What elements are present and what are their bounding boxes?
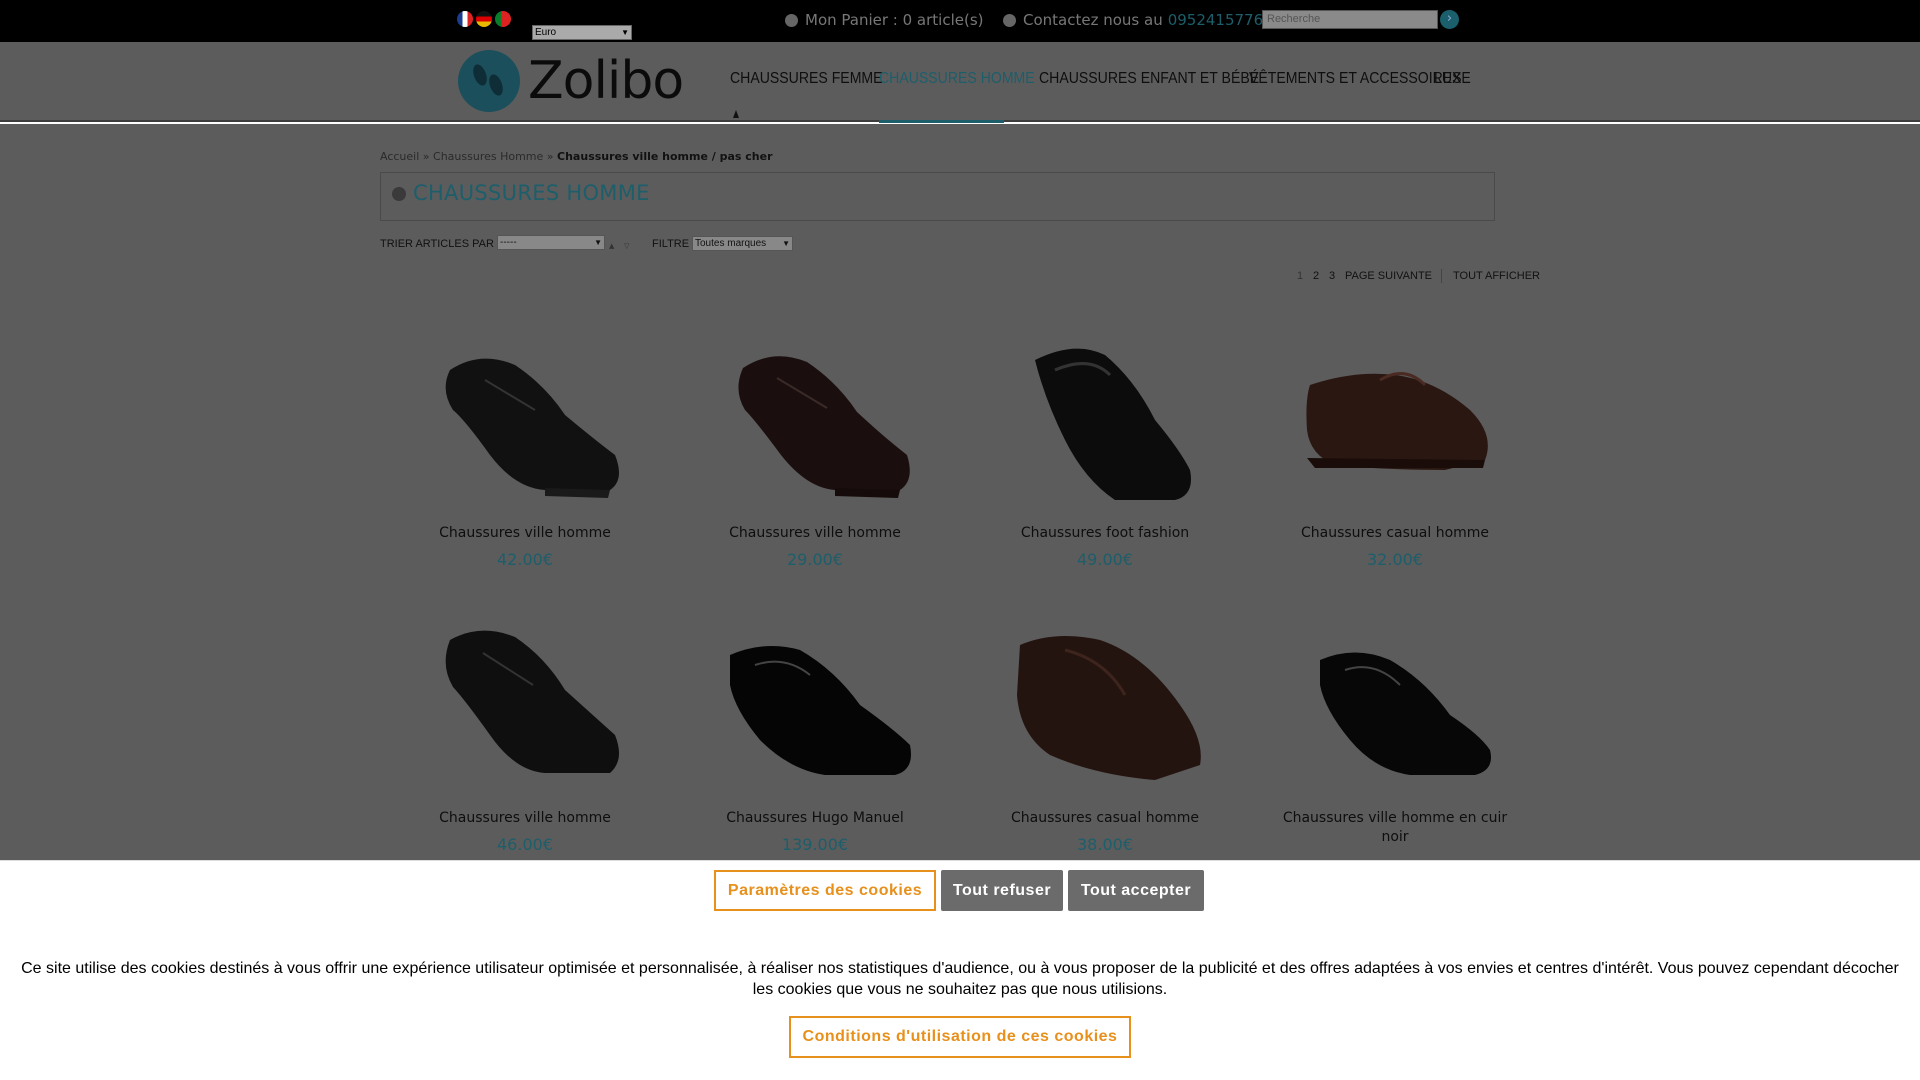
nav-active-indicator [879, 120, 1004, 123]
cart-link[interactable]: Mon Panier : 0 article(s) [785, 11, 984, 29]
footprints-logo-icon [458, 50, 520, 112]
product-card[interactable]: Chaussures casual homme 38.00€ [990, 625, 1220, 854]
search-input[interactable]: Recherche [1262, 10, 1438, 29]
accept-all-button[interactable]: Tout accepter [1068, 870, 1204, 911]
product-card[interactable]: Chaussures Hugo Manuel 139.00€ [700, 625, 930, 854]
flag-pt-icon[interactable] [495, 11, 511, 27]
currency-select[interactable]: Euro ▼ [532, 25, 632, 40]
product-card[interactable]: Chaussures ville homme 29.00€ [700, 340, 930, 569]
product-name[interactable]: Chaussures ville homme [700, 524, 930, 543]
nav-chaussures-femme[interactable]: CHAUSSURES FEMME [730, 70, 883, 88]
product-name[interactable]: Chaussures ville homme [410, 524, 640, 543]
currency-value: Euro [535, 27, 557, 38]
product-image[interactable] [1295, 340, 1495, 520]
flag-fr-icon[interactable] [457, 11, 473, 27]
pager-divider [1441, 269, 1442, 283]
product-name[interactable]: Chaussures ville homme [410, 809, 640, 828]
language-flags [457, 11, 511, 27]
product-card[interactable]: Chaussures ville homme 46.00€ [410, 625, 640, 854]
breadcrumb-sep: » [422, 150, 430, 163]
nav-luxe[interactable]: LUXE [1434, 70, 1471, 88]
chevron-down-icon: ▼ [621, 28, 629, 37]
page-title: CHAUSSURES HOMME [413, 181, 650, 205]
nav-vetements-accessoires[interactable]: VÊTEMENTS ET ACCESSOIRES [1249, 70, 1462, 88]
cookie-conditions-button[interactable]: Conditions d'utilisation de ces cookies [789, 1016, 1131, 1058]
breadcrumb: Accueil » Chaussures Homme » Chaussures … [380, 150, 773, 163]
chevron-down-icon: ▼ [782, 239, 790, 248]
sort-select[interactable]: ----- ▼ [497, 235, 605, 250]
bullet-icon [392, 187, 406, 201]
search-button[interactable]: › [1440, 10, 1459, 29]
product-name[interactable]: Chaussures casual homme [990, 809, 1220, 828]
product-card[interactable]: Chaussures foot fashion 49.00€ [990, 340, 1220, 569]
product-image[interactable] [1005, 625, 1205, 805]
filter-label: FILTRE [652, 238, 690, 250]
contact-text: Contactez nous au [1023, 11, 1163, 29]
cookie-settings-button[interactable]: Paramètres des cookies [714, 870, 936, 911]
refuse-all-button[interactable]: Tout refuser [941, 870, 1063, 911]
main-content [0, 124, 1920, 860]
product-card[interactable]: Chaussures casual homme 32.00€ [1280, 340, 1510, 569]
product-price: 46.00€ [497, 835, 553, 854]
phone-link[interactable]: 0952415776 [1168, 11, 1263, 29]
sort-label: TRIER ARTICLES PAR [380, 238, 494, 250]
product-name[interactable]: Chaussures Hugo Manuel [700, 809, 930, 828]
show-all-link[interactable]: TOUT AFFICHER [1453, 270, 1540, 282]
phone-icon [1003, 13, 1016, 27]
site-logo[interactable]: Zolibo [458, 50, 684, 112]
page-1: 1 [1297, 270, 1304, 282]
cart-text: Mon Panier : 0 article(s) [805, 11, 984, 29]
nav-pointer-icon [733, 110, 739, 118]
sort-value: ----- [500, 237, 517, 248]
logo-text: Zolibo [528, 51, 684, 111]
product-price: 139.00€ [781, 835, 849, 854]
chevron-right-icon: › [1446, 11, 1453, 26]
page-2[interactable]: 2 [1313, 270, 1319, 282]
product-price: 29.00€ [787, 550, 843, 569]
sort-descending-icon[interactable]: ▽ [624, 242, 629, 250]
breadcrumb-home[interactable]: Accueil [380, 150, 419, 163]
page-title-box: CHAUSSURES HOMME [380, 172, 1495, 221]
product-image[interactable] [425, 340, 625, 520]
contact-info: Contactez nous au 0952415776 [1003, 11, 1263, 29]
breadcrumb-category[interactable]: Chaussures Homme [433, 150, 543, 163]
cart-icon [785, 13, 798, 27]
product-name[interactable]: Chaussures casual homme [1280, 524, 1510, 543]
product-card[interactable]: Chaussures ville homme en cuir noir [1280, 625, 1510, 854]
breadcrumb-sep: » [546, 150, 554, 163]
next-page-link[interactable]: PAGE SUIVANTE [1345, 270, 1432, 282]
filter-value: Toutes marques [695, 238, 767, 249]
product-image[interactable] [1295, 625, 1495, 805]
sort-ascending-icon[interactable]: ▲ [609, 242, 614, 250]
product-image[interactable] [425, 625, 625, 805]
product-price: 32.00€ [1367, 550, 1423, 569]
chevron-down-icon: ▼ [594, 238, 602, 247]
nav-chaussures-homme[interactable]: CHAUSSURES HOMME [879, 70, 1035, 88]
product-name[interactable]: Chaussures foot fashion [990, 524, 1220, 543]
product-image[interactable] [1005, 340, 1205, 520]
product-price: 49.00€ [1077, 550, 1133, 569]
product-price: 42.00€ [497, 550, 553, 569]
product-card[interactable]: Chaussures ville homme 42.00€ [410, 340, 640, 569]
flag-de-icon[interactable] [476, 11, 492, 27]
product-image[interactable] [715, 625, 915, 805]
cookie-notice-text: Ce site utilise des cookies destinés à v… [21, 960, 1899, 998]
brand-filter-select[interactable]: Toutes marques ▼ [692, 236, 793, 251]
product-name[interactable]: Chaussures ville homme en cuir noir [1280, 809, 1510, 847]
breadcrumb-current: Chaussures ville homme / pas cher [557, 150, 773, 163]
product-image[interactable] [715, 340, 915, 520]
product-price: 38.00€ [1077, 835, 1133, 854]
page-3[interactable]: 3 [1329, 270, 1335, 282]
nav-chaussures-enfant[interactable]: CHAUSSURES ENFANT ET BÉBÉ [1039, 70, 1259, 88]
